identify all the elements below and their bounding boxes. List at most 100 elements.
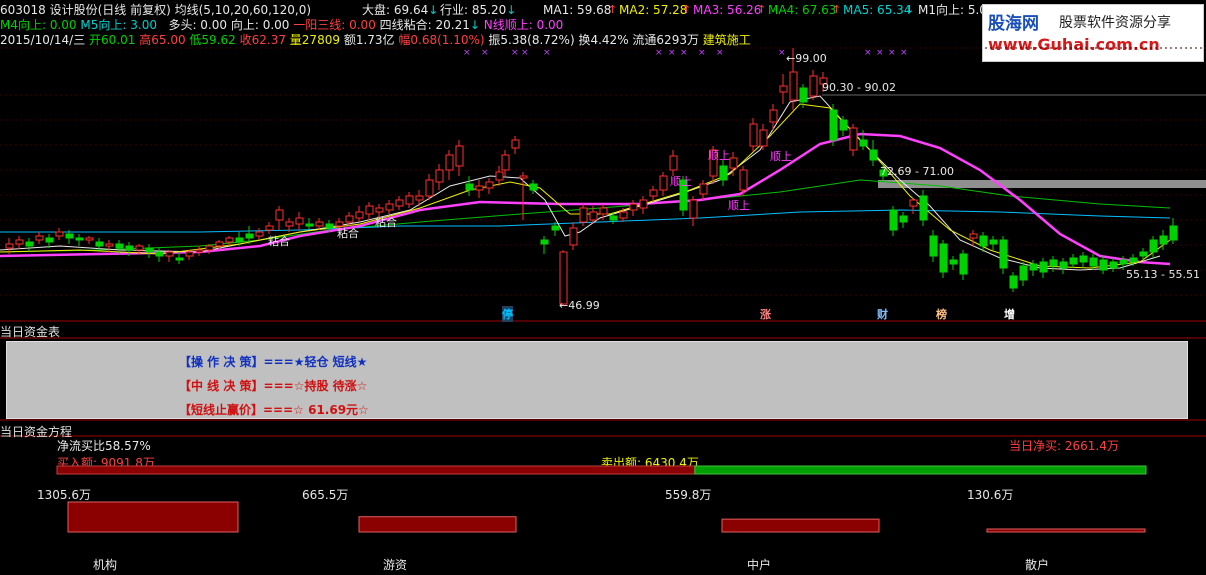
candle-body: [1139, 251, 1148, 257]
marker-x-icon: ×: [900, 48, 908, 58]
candle-body: [829, 109, 838, 141]
candle-body: [949, 259, 958, 265]
candle-body: [445, 154, 454, 171]
candle-body: [105, 243, 114, 247]
candle-body: [455, 145, 464, 167]
candle-body: [559, 251, 568, 305]
bar-label-jigou: 1305.6万: [37, 488, 91, 502]
candle-body: [919, 195, 928, 221]
marker-x-icon: ×: [463, 48, 471, 58]
marker-x-icon: ×: [888, 48, 896, 58]
candle-body: [475, 185, 484, 191]
candle-body: [699, 183, 708, 195]
marker-x-icon: ×: [680, 48, 688, 58]
candle-body: [145, 247, 154, 253]
candle-body: [1129, 257, 1138, 263]
candle-body: [135, 245, 144, 251]
marker-x-icon: ×: [481, 48, 489, 58]
candle-body: [1099, 259, 1108, 271]
candle-body: [569, 227, 578, 246]
marker-x-icon: ×: [668, 48, 676, 58]
candle-body: [1109, 261, 1118, 269]
candle-body: [115, 243, 124, 249]
candle-body: [540, 239, 549, 245]
candlesticks: [5, 48, 1178, 306]
tag-finance[interactable]: 财: [877, 306, 888, 322]
candle-body: [989, 239, 998, 245]
candle-body: [235, 237, 244, 243]
candle-body: [619, 211, 628, 219]
candle-body: [649, 189, 658, 197]
candle-body: [225, 237, 234, 243]
kline-chart[interactable]: × × × × × × × × × × × × × × ×: [0, 0, 1206, 575]
candle-body: [25, 241, 34, 247]
candle-body: [215, 241, 224, 247]
bar-label-youzi: 665.5万: [302, 488, 349, 502]
candle-body: [1019, 265, 1028, 281]
range-label-3: 55.13 - 55.51: [1126, 268, 1200, 281]
marker-x-icon: ×: [778, 48, 786, 58]
candle-body: [1059, 261, 1068, 269]
net-ratio: 净流买比58.57%: [57, 439, 151, 453]
bar-label-sanhu: 130.6万: [967, 488, 1014, 502]
candle-body: [899, 215, 908, 223]
candle-body: [1089, 257, 1098, 267]
candle-body: [195, 249, 204, 253]
candle-body: [609, 215, 618, 221]
candle-body: [345, 215, 354, 223]
candle-body: [789, 71, 798, 101]
candle-body: [889, 209, 898, 231]
candle-body: [255, 231, 264, 237]
candle-body: [75, 237, 84, 241]
candle-body: [185, 251, 194, 257]
category-sanhu: 散户: [1025, 558, 1050, 572]
candle-body: [1069, 257, 1078, 265]
candle-body: [929, 235, 938, 257]
range-label-1: 90.30 - 90.02: [822, 81, 896, 94]
candle-body: [639, 199, 648, 209]
shunshang-label-3: 顺上: [770, 150, 792, 163]
candle-body: [759, 129, 768, 147]
marker-x-icon: ×: [716, 48, 724, 58]
candle-body: [355, 211, 364, 219]
candle-body: [35, 235, 44, 241]
stop-profit-price: 【短线止赢价】===☆ 61.69元☆: [179, 403, 369, 417]
midterm-decision: 【中 线 决 策】===☆持股 待涨☆: [179, 379, 368, 393]
candle-body: [579, 207, 588, 223]
candle-body: [165, 251, 174, 257]
candle-body: [125, 245, 134, 251]
marker-x-icon: ×: [864, 48, 872, 58]
candle-body: [485, 181, 494, 189]
candle-body: [779, 85, 788, 93]
marker-x-icon: ×: [655, 48, 663, 58]
candle-body: [959, 253, 968, 275]
tag-list[interactable]: 榜: [936, 306, 947, 322]
tag-increase[interactable]: 增: [1004, 306, 1015, 322]
marker-x-icon: ×: [876, 48, 884, 58]
tag-rise[interactable]: 涨: [760, 306, 771, 322]
candle-body: [1149, 239, 1158, 253]
panel1-title: 当日资金表: [0, 325, 61, 339]
candle-body: [669, 155, 678, 171]
net-buy: 当日净买: 2661.4万: [1009, 439, 1119, 453]
nianhe-label-1: 粘合: [268, 235, 290, 248]
candle-body: [45, 237, 54, 243]
candle-body: [1119, 259, 1128, 265]
candle-body: [385, 203, 394, 211]
candle-body: [265, 225, 274, 231]
shunshang-label-2: 顺上: [708, 149, 730, 162]
decision-panel: 【操 作 决 策】===★轻仓 短线★ 【中 线 决 策】===☆持股 待涨☆ …: [6, 341, 1188, 419]
candle-body: [529, 183, 538, 191]
range-label-2: 72.69 - 71.00: [880, 165, 954, 178]
candle-body: [205, 245, 214, 251]
candle-body: [501, 154, 510, 171]
candle-body: [799, 87, 808, 103]
candle-body: [629, 203, 638, 211]
candle-body: [305, 223, 314, 227]
candle-body: [55, 231, 64, 237]
marker-x-icon: ×: [521, 48, 529, 58]
tag-halt[interactable]: 停: [502, 306, 513, 322]
candle-body: [729, 157, 738, 169]
candle-body: [589, 211, 598, 221]
nianhe-label-3: 粘合: [375, 216, 397, 229]
